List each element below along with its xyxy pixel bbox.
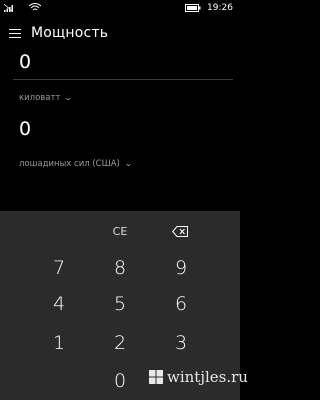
top-value-field[interactable]: 0 [19, 51, 31, 73]
status-bar: 19:26 [0, 0, 240, 17]
backspace-icon [172, 225, 188, 237]
page-title: Мощность [31, 25, 109, 41]
battery-icon [185, 4, 201, 12]
key-0[interactable]: 0 [90, 366, 150, 396]
key-9[interactable]: 9 [151, 253, 211, 283]
key-5[interactable]: 5 [90, 289, 150, 319]
top-unit-label: киловатт [19, 93, 61, 103]
wifi-icon [29, 3, 41, 11]
signal-icon [4, 4, 14, 12]
key-1[interactable]: 1 [29, 328, 89, 358]
bottom-unit-label: лошадиных сил (США) [19, 159, 120, 169]
bottom-unit-selector[interactable]: лошадиных сил (США) ⌄ [19, 159, 133, 169]
bottom-value-field[interactable]: 0 [19, 118, 31, 140]
hamburger-menu-icon[interactable] [9, 29, 21, 39]
windows-logo-icon [149, 370, 163, 384]
key-8[interactable]: 8 [90, 253, 150, 283]
divider [13, 79, 233, 80]
app-header: Мощность [0, 23, 240, 45]
watermark: wintjles.ru [149, 368, 248, 386]
key-6[interactable]: 6 [151, 289, 211, 319]
key-4[interactable]: 4 [29, 289, 89, 319]
top-unit-selector[interactable]: киловатт ⌄ [19, 93, 74, 103]
chevron-down-icon: ⌄ [123, 159, 133, 168]
clear-entry-button[interactable]: CE [90, 216, 150, 246]
key-2[interactable]: 2 [90, 328, 150, 358]
watermark-text: wintjles.ru [167, 368, 248, 386]
key-7[interactable]: 7 [29, 253, 89, 283]
key-3[interactable]: 3 [151, 328, 211, 358]
chevron-down-icon: ⌄ [64, 93, 74, 102]
clock-time: 19:26 [207, 3, 233, 13]
backspace-button[interactable] [150, 216, 210, 246]
